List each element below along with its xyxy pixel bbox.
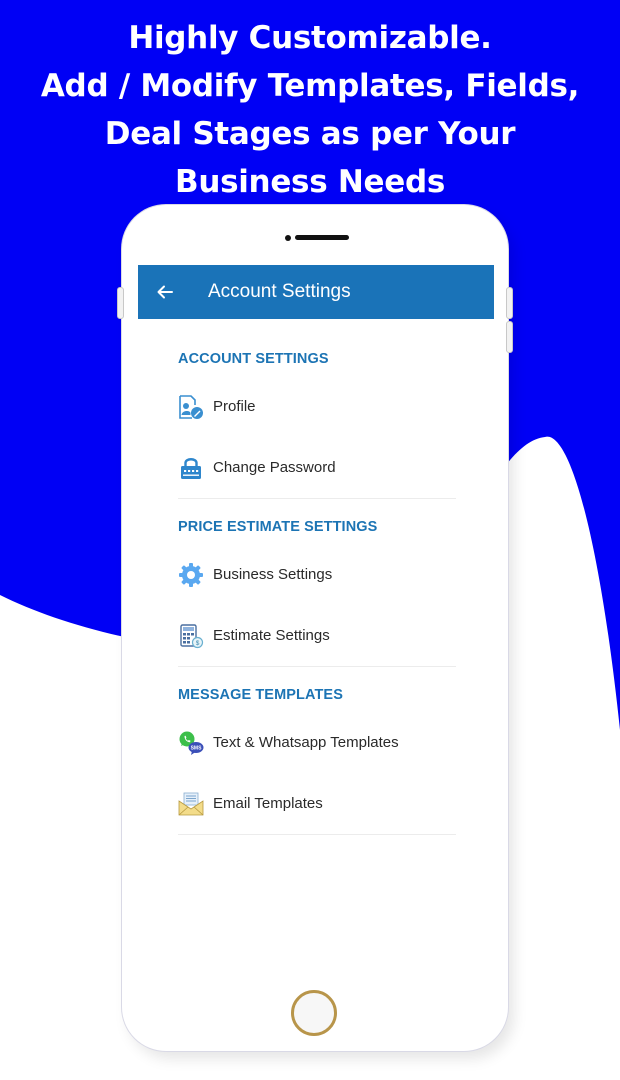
profile-edit-icon	[179, 394, 203, 419]
list-item-label: Estimate Settings	[213, 627, 330, 644]
list-item-profile[interactable]: Profile	[178, 376, 456, 437]
section-title-price-estimate-settings: PRICE ESTIMATE SETTINGS	[178, 519, 378, 535]
list-item-estimate-settings[interactable]: $ Estimate Settings	[178, 605, 456, 666]
list-item-label: Email Templates	[213, 795, 323, 812]
svg-text:SMS: SMS	[191, 745, 203, 751]
phone-side-button-left	[117, 287, 124, 319]
list-item-change-password[interactable]: Change Password	[178, 437, 456, 498]
headline-line-4: Business Needs	[174, 164, 445, 200]
arrow-left-icon[interactable]	[156, 283, 174, 301]
list-item-business-settings[interactable]: Business Settings	[178, 544, 456, 605]
list-item-label: Text & Whatsapp Templates	[213, 734, 399, 751]
headline-line-3: Deal Stages as per Your	[104, 116, 516, 152]
promo-headline: Highly Customizable. Add / Modify Templa…	[0, 14, 620, 206]
list-item-text-whatsapp-templates[interactable]: SMS Text & Whatsapp Templates	[178, 712, 456, 773]
list-item-label: Business Settings	[213, 566, 333, 583]
list-item-label: Profile	[213, 398, 256, 415]
calculator-icon: $	[180, 623, 204, 648]
whatsapp-sms-icon: SMS	[179, 731, 204, 755]
gear-icon	[179, 562, 203, 587]
app-bar: Account Settings	[138, 265, 494, 319]
phone-speaker	[295, 235, 349, 240]
list-item-email-templates[interactable]: Email Templates	[178, 773, 456, 834]
phone-side-button-right-1	[506, 287, 513, 319]
section-title-message-templates: MESSAGE TEMPLATES	[178, 687, 343, 703]
list-item-label: Change Password	[213, 459, 336, 476]
section-title-account-settings: ACCOUNT SETTINGS	[178, 351, 329, 367]
headline-line-2: Add / Modify Templates, Fields,	[40, 68, 580, 104]
phone-home-button[interactable]	[291, 990, 337, 1036]
phone-camera	[285, 235, 291, 241]
section-divider	[178, 834, 456, 835]
settings-list: ACCOUNT SETTINGS Profile Change Password…	[178, 345, 456, 835]
lock-icon	[181, 457, 201, 479]
page-title: Account Settings	[208, 281, 351, 302]
section-divider	[178, 498, 456, 499]
phone-mockup: Account Settings ACCOUNT SETTINGS Profil…	[117, 205, 513, 1051]
phone-side-button-right-2	[506, 321, 513, 353]
section-divider	[178, 666, 456, 667]
headline-line-1: Highly Customizable.	[128, 20, 492, 56]
svg-text:$: $	[196, 640, 200, 647]
envelope-icon	[178, 792, 204, 815]
